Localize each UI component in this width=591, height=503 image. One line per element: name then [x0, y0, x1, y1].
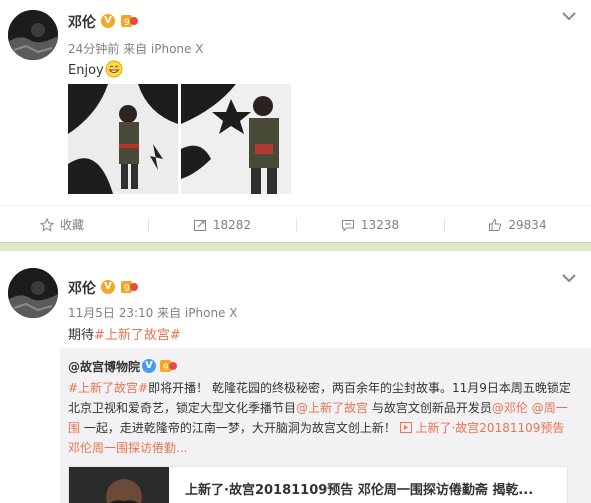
repost-text-line: 北京卫视和爱奇艺，锁定大型文化季播节目 [68, 401, 297, 415]
author-name[interactable]: 邓伦 [68, 278, 96, 298]
mention-link[interactable]: @上新了故宫 [296, 401, 368, 415]
repost-text-line: 与故宫文创新品开发员 [368, 401, 492, 415]
member-badge-icon: 9 [121, 281, 138, 294]
svg-text:9: 9 [124, 284, 130, 294]
post-text: 期待#上新了故宫# [68, 324, 181, 343]
verified-badge-icon: V [101, 280, 115, 294]
video-card-title: 上新了·故宫20181109预告 邓伦周一围探访倦勤斋 揭乾... [185, 483, 534, 498]
post-meta: 11月5日 23:10 来自 iPhone X [68, 306, 238, 320]
chevron-down-icon[interactable] [561, 272, 577, 284]
video-link[interactable]: 上新了·故宫20181109预告 [415, 421, 564, 435]
mention-link[interactable]: @邓伦 [492, 401, 528, 415]
repost-author[interactable]: @故宫博物院 [68, 358, 140, 375]
author-avatar[interactable] [8, 268, 58, 318]
repost-text-line: 即将开播！ 乾隆花园的终极秘密，两百余年的尘封故事。11月9日本周五晚锁定 [148, 381, 571, 395]
video-thumbnail [69, 467, 169, 503]
repost-text: #上新了故宫#即将开播！ 乾隆花园的终极秘密，两百余年的尘封故事。11月9日本周… [68, 378, 573, 458]
repost-text-line: 一起，走进乾隆帝的江南一梦，大开脑洞为故宫文创上新！ [80, 421, 400, 435]
svg-text:9: 9 [163, 363, 169, 373]
video-link-continued[interactable]: 邓伦周一围探访倦勤... [68, 441, 187, 455]
member-badge-icon: 9 [160, 360, 177, 373]
verified-blue-badge-icon: V [142, 359, 156, 373]
topic-link[interactable]: #上新了故宫# [94, 328, 181, 343]
video-card[interactable]: 上新了·故宫20181109预告 邓伦周一围探访倦勤斋 揭乾... [68, 466, 568, 503]
mention-link[interactable]: @周一 [532, 401, 568, 415]
mention-link[interactable]: 围 [68, 421, 80, 435]
post-text-prefix: 期待 [68, 328, 95, 343]
repost-topic-link[interactable]: #上新了故宫# [68, 381, 148, 395]
reposted-content: @故宫博物院 V 9 #上新了故宫#即将开播！ 乾隆花园的终极秘密，两百余年的尘… [60, 348, 591, 503]
video-link-icon [399, 422, 412, 433]
